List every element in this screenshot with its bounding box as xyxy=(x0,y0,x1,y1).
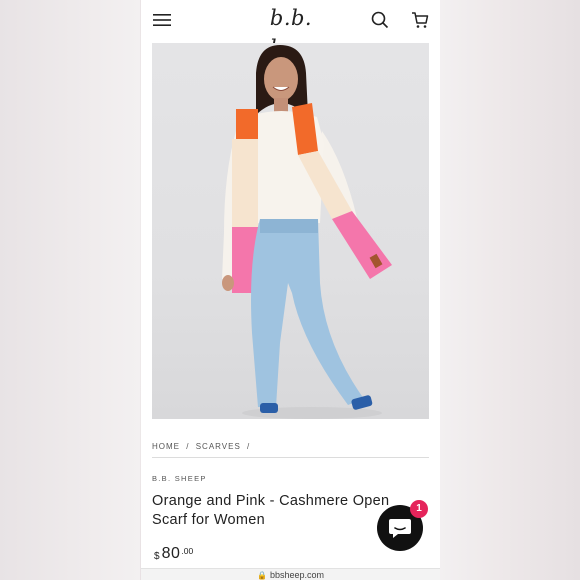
background-blur-right xyxy=(440,0,580,580)
site-logo[interactable]: b.b. sheep xyxy=(251,3,331,60)
divider xyxy=(152,457,429,458)
lock-icon: 🔒 xyxy=(256,571,267,580)
product-brand[interactable]: B.B. SHEEP xyxy=(152,474,207,483)
breadcrumb-scarves[interactable]: SCARVES xyxy=(196,442,241,451)
breadcrumb-home[interactable]: HOME xyxy=(152,442,180,451)
price-whole: 80 xyxy=(161,545,181,562)
mobile-page: b.b. sheep xyxy=(141,0,440,580)
hamburger-menu-icon[interactable] xyxy=(150,8,174,32)
browser-url-bar[interactable]: 🔒 bbsheep.com xyxy=(141,568,440,580)
breadcrumb: HOME / SCARVES / xyxy=(152,442,253,451)
price-currency: $ xyxy=(154,551,160,562)
breadcrumb-separator: / xyxy=(186,442,190,451)
search-icon[interactable] xyxy=(368,8,392,32)
background-blur-left xyxy=(0,0,140,580)
site-header: b.b. sheep xyxy=(141,0,440,60)
chat-bubble-icon xyxy=(389,519,411,538)
product-price: $ 80 .00 xyxy=(154,545,193,563)
url-text: bbsheep.com xyxy=(269,570,324,580)
product-title: Orange and Pink - Cashmere Open Scarf fo… xyxy=(152,493,390,528)
product-photo[interactable] xyxy=(152,43,429,419)
cart-icon[interactable] xyxy=(408,8,432,32)
price-cents: .00 xyxy=(181,546,194,556)
breadcrumb-separator: / xyxy=(247,442,251,451)
chat-notification-badge: 1 xyxy=(410,500,428,518)
